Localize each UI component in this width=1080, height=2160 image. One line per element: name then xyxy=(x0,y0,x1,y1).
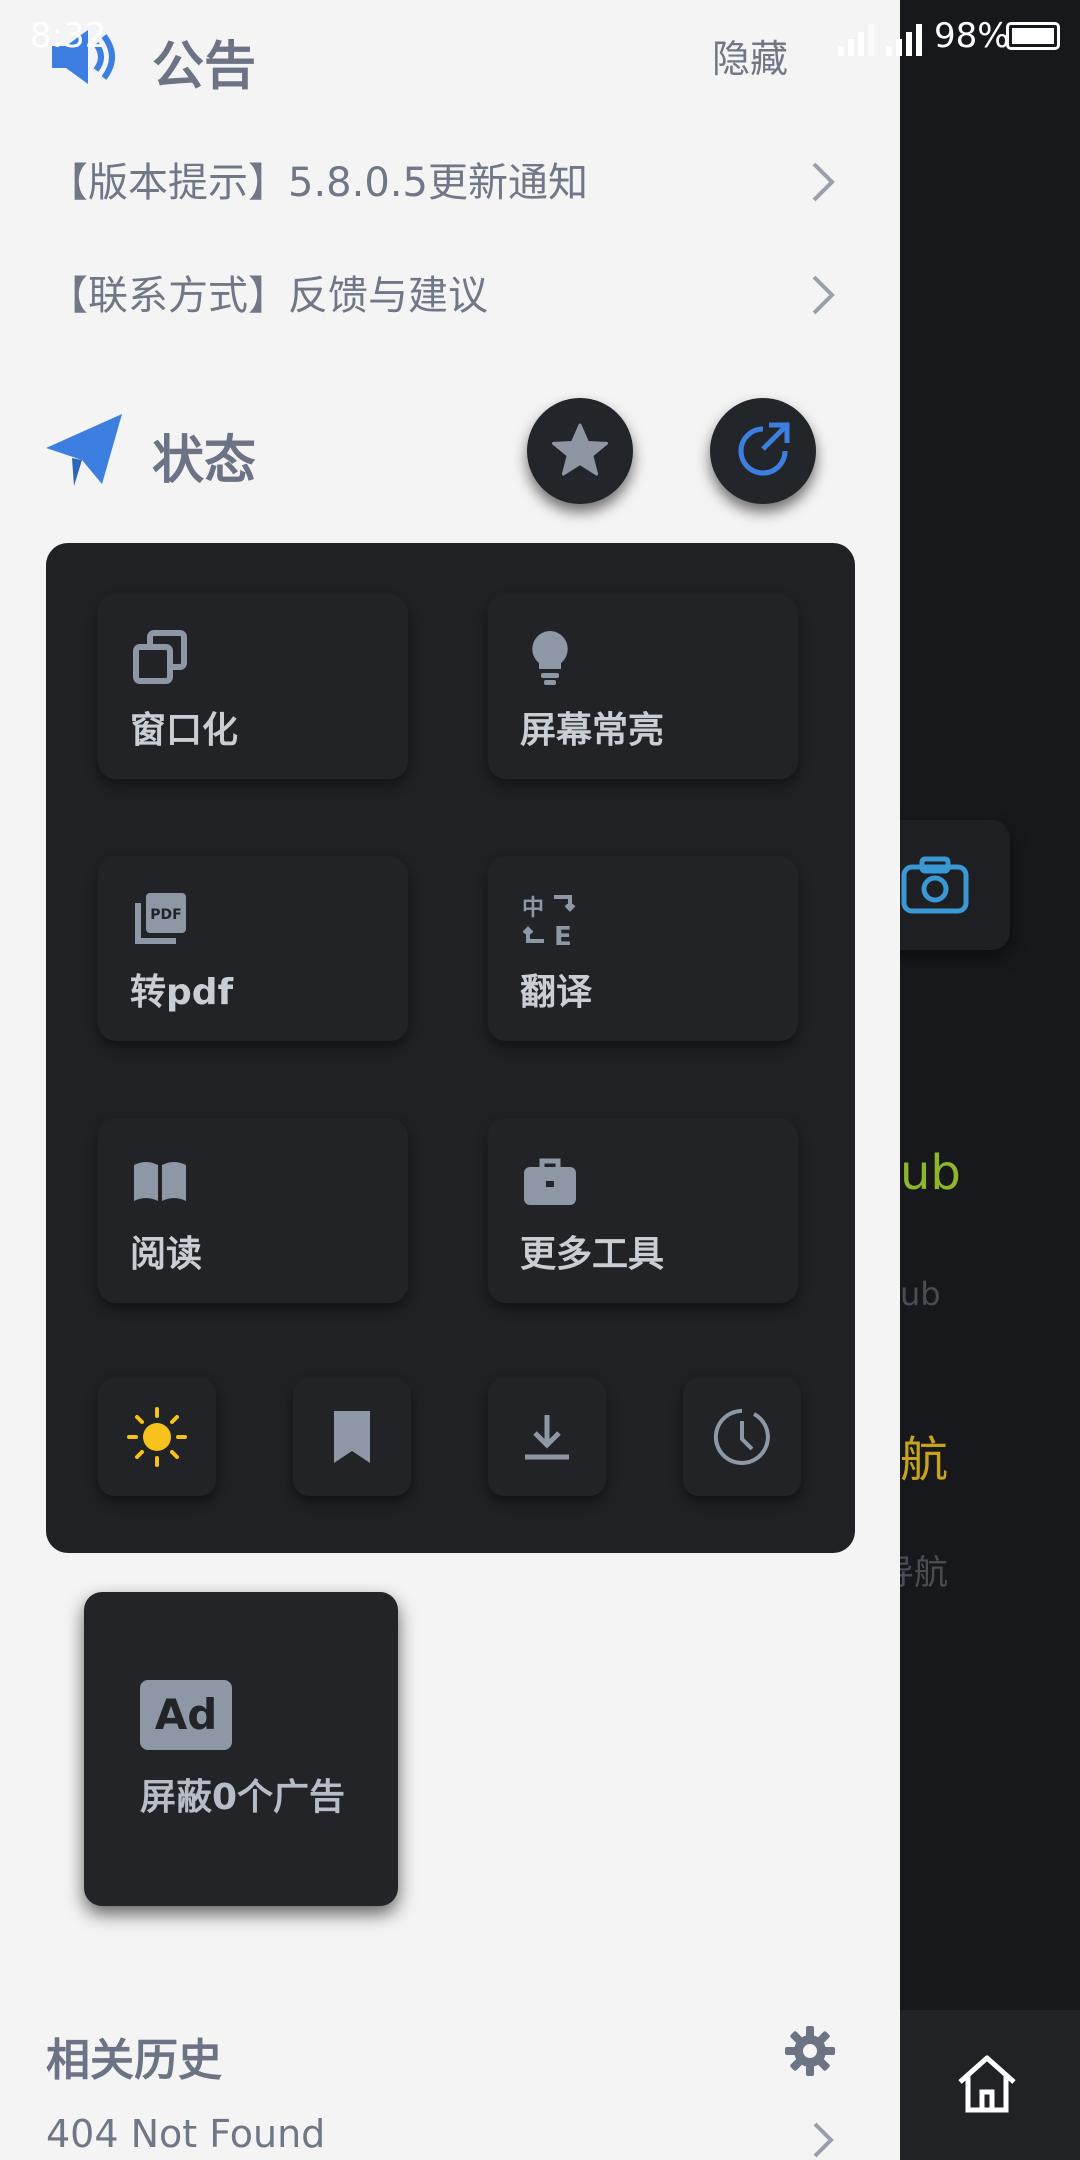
notice-item-label: 【版本提示】5.8.0.5更新通知 xyxy=(48,160,588,206)
pdf-icon: PDF xyxy=(135,893,186,944)
tool-label: 翻译 xyxy=(520,972,593,1013)
status-time: 8:32 xyxy=(30,16,107,56)
bg-label-2: ub xyxy=(900,1275,941,1313)
sun-icon xyxy=(127,1407,187,1467)
lightbulb-icon xyxy=(532,631,568,685)
status-bar: 8:32 98% xyxy=(0,0,1080,76)
briefcase-icon xyxy=(524,1158,576,1205)
ad-block-card[interactable]: Ad 屏蔽0个广告 xyxy=(84,1592,398,1906)
bookmark-icon xyxy=(334,1411,370,1463)
history-item[interactable]: 404 Not Found xyxy=(46,2112,836,2158)
favorite-button[interactable] xyxy=(527,398,633,504)
history-item-label: 404 Not Found xyxy=(46,2112,326,2156)
signal-icon xyxy=(838,24,874,56)
status-title: 状态 xyxy=(152,431,257,491)
history-timer-button[interactable] xyxy=(683,1378,801,1496)
battery-percent: 98% xyxy=(934,16,1010,56)
translate-icon: 中 E xyxy=(522,895,576,949)
refresh-button[interactable] xyxy=(710,398,816,504)
tool-label: 窗口化 xyxy=(130,710,239,751)
home-icon[interactable] xyxy=(952,2048,1022,2118)
side-drawer: 公告 隐藏 【版本提示】5.8.0.5更新通知 【联系方式】反馈与建议 状态 窗… xyxy=(0,0,900,2160)
chevron-right-icon xyxy=(812,275,835,315)
clock-icon xyxy=(713,1408,770,1465)
tool-keep-screen-on[interactable]: 屏幕常亮 xyxy=(488,595,798,779)
download-button[interactable] xyxy=(488,1378,606,1496)
battery-icon xyxy=(1006,22,1060,50)
tool-label: 转pdf xyxy=(130,972,234,1013)
ad-icon: Ad xyxy=(140,1680,232,1750)
svg-text:中: 中 xyxy=(522,896,544,921)
window-icon xyxy=(133,630,187,684)
camera-icon xyxy=(901,856,969,914)
notice-item-contact[interactable]: 【联系方式】反馈与建议 xyxy=(48,263,838,333)
brightness-button[interactable] xyxy=(98,1378,216,1496)
bookmark-button[interactable] xyxy=(293,1378,411,1496)
notice-item-update[interactable]: 【版本提示】5.8.0.5更新通知 xyxy=(48,150,838,220)
tool-label: 屏幕常亮 xyxy=(520,710,665,751)
star-icon xyxy=(552,423,608,476)
ad-block-label: 屏蔽0个广告 xyxy=(140,1777,346,1818)
tool-translate[interactable]: 中 E 翻译 xyxy=(488,857,798,1041)
gear-icon[interactable] xyxy=(784,2025,836,2077)
tool-reader[interactable]: 阅读 xyxy=(98,1119,408,1303)
refresh-icon xyxy=(738,422,790,476)
signal-icon xyxy=(886,24,922,56)
tool-label: 阅读 xyxy=(130,1234,203,1275)
chevron-right-icon xyxy=(812,162,835,202)
svg-text:E: E xyxy=(554,922,572,949)
history-title: 相关历史 xyxy=(46,2035,222,2086)
bg-label-3[interactable]: 航 xyxy=(900,1420,948,1490)
tool-window-mode[interactable]: 窗口化 xyxy=(98,595,408,779)
svg-text:PDF: PDF xyxy=(150,907,181,923)
download-icon xyxy=(525,1415,569,1460)
bg-label-1[interactable]: ub xyxy=(900,1145,961,1201)
tool-to-pdf[interactable]: PDF 转pdf xyxy=(98,857,408,1041)
paper-plane-icon xyxy=(46,414,122,486)
chevron-right-icon xyxy=(813,2122,834,2158)
book-icon xyxy=(134,1162,186,1201)
tool-label: 更多工具 xyxy=(520,1234,665,1275)
notice-item-label: 【联系方式】反馈与建议 xyxy=(48,273,488,319)
tool-more-tools[interactable]: 更多工具 xyxy=(488,1119,798,1303)
